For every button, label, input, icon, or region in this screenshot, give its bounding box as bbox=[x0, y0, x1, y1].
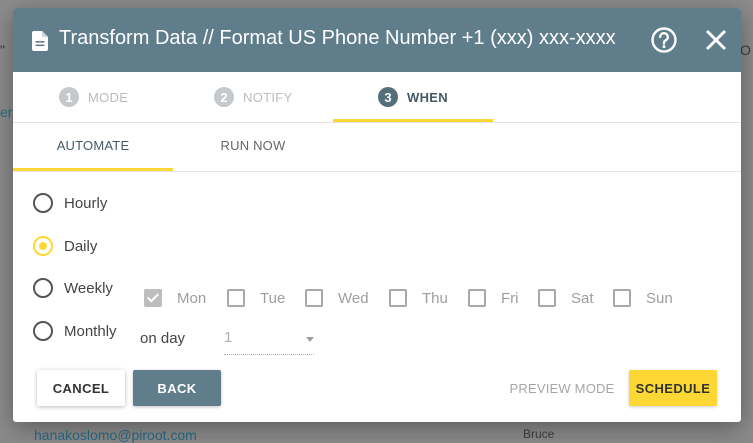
step-mode[interactable]: 1 MODE bbox=[59, 72, 128, 122]
weekday-sun[interactable]: Sun bbox=[613, 289, 673, 307]
weekday-fri[interactable]: Fri bbox=[468, 289, 519, 307]
help-circle-icon[interactable] bbox=[650, 26, 678, 54]
preview-mode-button[interactable]: PREVIEW MODE bbox=[503, 370, 621, 406]
background-email: hanakoslomo@piroot.com bbox=[34, 427, 197, 443]
radio-weekly[interactable]: Weekly bbox=[33, 278, 113, 298]
background-text: O bbox=[740, 42, 751, 58]
dialog-header: Transform Data // Format US Phone Number… bbox=[13, 8, 741, 72]
checkbox[interactable] bbox=[538, 289, 556, 307]
document-icon bbox=[32, 31, 48, 51]
radio-label: Daily bbox=[64, 237, 98, 255]
day-of-month-select[interactable]: 1 bbox=[224, 326, 314, 355]
radio-label: Monthly bbox=[64, 322, 117, 340]
day-of-month-value: 1 bbox=[224, 329, 233, 346]
cancel-button[interactable]: CANCEL bbox=[37, 370, 125, 406]
weekday-label: Wed bbox=[338, 289, 369, 307]
weekday-label: Fri bbox=[501, 289, 519, 307]
checkbox[interactable] bbox=[468, 289, 486, 307]
weekday-wed[interactable]: Wed bbox=[305, 289, 369, 307]
step-number: 1 bbox=[59, 87, 79, 107]
background-link: er bbox=[0, 104, 13, 120]
radio-button[interactable] bbox=[33, 321, 53, 341]
background-text: " bbox=[0, 42, 5, 58]
checkbox[interactable] bbox=[305, 289, 323, 307]
step-when[interactable]: 3 WHEN bbox=[378, 72, 448, 122]
weekday-tue[interactable]: Tue bbox=[227, 289, 285, 307]
step-label: WHEN bbox=[407, 89, 448, 105]
close-icon[interactable] bbox=[704, 28, 728, 52]
weekday-label: Sat bbox=[571, 289, 594, 307]
back-button[interactable]: BACK bbox=[133, 370, 221, 406]
radio-button[interactable] bbox=[33, 278, 53, 298]
checkbox[interactable] bbox=[389, 289, 407, 307]
checkbox[interactable] bbox=[613, 289, 631, 307]
weekday-thu[interactable]: Thu bbox=[389, 289, 448, 307]
step-label: MODE bbox=[88, 89, 129, 105]
tab-run-now[interactable]: RUN NOW bbox=[173, 122, 333, 169]
on-day-label: on day bbox=[140, 330, 186, 347]
dialog-title: Transform Data // Format US Phone Number… bbox=[59, 27, 616, 49]
weekday-label: Tue bbox=[260, 289, 286, 307]
weekday-mon[interactable]: Mon bbox=[144, 289, 206, 307]
schedule-tabs: AUTOMATE RUN NOW bbox=[13, 122, 741, 172]
weekday-label: Mon bbox=[177, 289, 207, 307]
weekday-sat[interactable]: Sat bbox=[538, 289, 594, 307]
step-number: 2 bbox=[214, 87, 234, 107]
step-label: NOTIFY bbox=[243, 89, 293, 105]
tab-automate[interactable]: AUTOMATE bbox=[13, 122, 173, 169]
wizard-steps: 1 MODE 2 NOTIFY 3 WHEN bbox=[13, 72, 741, 123]
transform-data-dialog: Transform Data // Format US Phone Number… bbox=[13, 8, 741, 422]
radio-hourly[interactable]: Hourly bbox=[33, 193, 107, 213]
background-text: Bruce bbox=[523, 427, 555, 441]
radio-daily[interactable]: Daily bbox=[33, 236, 97, 256]
schedule-button[interactable]: SCHEDULE bbox=[629, 370, 717, 406]
radio-label: Weekly bbox=[64, 279, 113, 297]
radio-monthly[interactable]: Monthly bbox=[33, 321, 117, 341]
radio-button[interactable] bbox=[33, 193, 53, 213]
weekday-label: Sun bbox=[646, 289, 673, 307]
radio-button[interactable] bbox=[33, 236, 53, 256]
active-tab-indicator bbox=[13, 168, 173, 171]
checkbox[interactable] bbox=[227, 289, 245, 307]
chevron-down-icon bbox=[306, 337, 314, 342]
radio-label: Hourly bbox=[64, 194, 108, 212]
step-notify[interactable]: 2 NOTIFY bbox=[214, 72, 292, 122]
step-number: 3 bbox=[378, 87, 398, 107]
weekday-label: Thu bbox=[422, 289, 448, 307]
checkbox[interactable] bbox=[144, 289, 162, 307]
